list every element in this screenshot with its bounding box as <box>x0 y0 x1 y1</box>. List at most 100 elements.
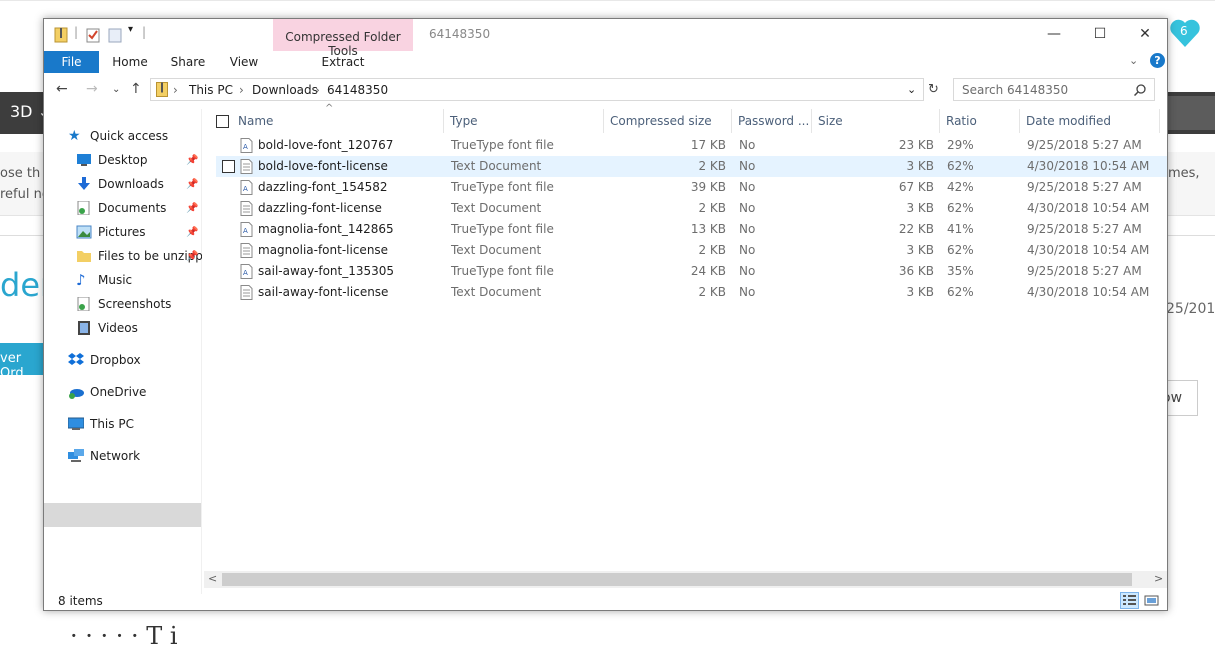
address-bar[interactable]: › This PC › Downloads › 64148350 ⌄ <box>150 78 924 101</box>
column-separator[interactable] <box>603 109 604 133</box>
nav-item-screenshots[interactable]: Screenshots <box>76 293 206 315</box>
table-row[interactable]: magnolia-font-license Text Document 2 KB No… <box>216 240 1167 261</box>
column-header-date-modified[interactable]: Date modified <box>1026 109 1111 133</box>
ribbon-tabs: File Home Share View Extract ⌄ <box>44 51 1167 73</box>
column-header-password[interactable]: Password ... <box>738 109 809 133</box>
column-header-name[interactable]: Name <box>238 109 273 133</box>
dropbox-icon <box>68 353 84 365</box>
address-dropdown-icon[interactable]: ⌄ <box>907 83 916 96</box>
nav-item-videos[interactable]: Videos <box>76 317 206 339</box>
expand-ribbon-icon[interactable]: ⌄ <box>1129 54 1138 67</box>
minimize-button[interactable]: — <box>1031 19 1077 49</box>
nav-item-network[interactable]: Network <box>68 445 198 467</box>
file-password: No <box>739 285 756 299</box>
table-row[interactable]: dazzling-font-license Text Document 2 KB No… <box>216 198 1167 219</box>
file-date-modified: 9/25/2018 5:27 AM <box>1027 138 1142 152</box>
file-name: bold-love-font-license <box>258 159 388 173</box>
customize-toolbar-icon[interactable]: ▾ <box>128 24 133 35</box>
properties-icon[interactable] <box>86 27 100 43</box>
column-separator[interactable] <box>939 109 940 133</box>
font-file-icon: A <box>240 222 253 237</box>
file-size: 22 KB <box>898 222 934 236</box>
separator: | <box>142 25 147 39</box>
font-file-icon: A <box>240 180 253 195</box>
column-separator[interactable] <box>1019 109 1020 133</box>
file-compressed-size: 2 KB <box>698 159 726 173</box>
file-password: No <box>739 159 756 173</box>
file-name: sail-away-font-license <box>258 285 389 299</box>
scroll-left-icon[interactable]: < <box>208 572 217 585</box>
tab-share[interactable]: Share <box>162 51 214 73</box>
up-arrow-icon[interactable]: ↑ <box>130 81 142 97</box>
page-top-border <box>0 0 1215 1</box>
search-box[interactable]: Search 64148350 <box>953 78 1155 101</box>
column-header-ratio[interactable]: Ratio <box>946 109 977 133</box>
file-type: TrueType font file <box>451 138 554 152</box>
breadcrumb-this-pc[interactable]: This PC <box>189 83 233 97</box>
file-compressed-size: 13 KB <box>690 222 726 236</box>
recent-locations-icon[interactable]: ⌄ <box>112 84 120 95</box>
column-separator[interactable] <box>443 109 444 133</box>
details-view-button[interactable] <box>1120 592 1139 609</box>
order-button[interactable]: ver Ord <box>0 343 44 381</box>
column-separator[interactable] <box>811 109 812 133</box>
help-icon[interactable]: ? <box>1150 53 1165 68</box>
scrollbar-thumb[interactable] <box>222 573 1132 586</box>
breadcrumb-downloads[interactable]: Downloads <box>252 83 318 97</box>
file-ratio: 35% <box>947 264 974 278</box>
column-header-compressed-size[interactable]: Compressed size <box>610 109 712 133</box>
nav-item-quick-access[interactable]: ★ Quick access <box>68 125 198 147</box>
file-password: No <box>739 222 756 236</box>
scroll-right-icon[interactable]: > <box>1154 572 1163 585</box>
file-date-modified: 4/30/2018 10:54 AM <box>1027 201 1150 215</box>
pin-icon[interactable]: 📌 <box>186 179 198 190</box>
file-type: Text Document <box>451 243 542 257</box>
nav-item-files-to-be-unzipped[interactable]: Files to be unzipp <box>76 245 202 267</box>
table-row[interactable]: Adazzling-font_154582 TrueType font file 3… <box>216 177 1167 198</box>
column-separator[interactable] <box>731 109 732 133</box>
back-arrow-icon[interactable]: ← <box>56 81 68 97</box>
file-ratio: 62% <box>947 159 974 173</box>
horizontal-scrollbar[interactable]: < > <box>204 571 1167 588</box>
table-row[interactable]: Abold-love-font_120767 TrueType font file… <box>216 135 1167 156</box>
large-icons-view-button[interactable] <box>1142 592 1161 609</box>
file-date-modified: 9/25/2018 5:27 AM <box>1027 222 1142 236</box>
table-row[interactable]: bold-love-font-license Text Document 2 KB N… <box>216 156 1167 177</box>
refresh-icon[interactable]: ↻ <box>928 82 939 97</box>
column-header-type[interactable]: Type <box>450 109 478 133</box>
column-separator[interactable] <box>1159 109 1160 133</box>
tab-view[interactable]: View <box>220 51 268 73</box>
forward-arrow-icon[interactable]: → <box>86 81 98 97</box>
file-size: 3 KB <box>906 159 934 173</box>
breadcrumb-folder[interactable]: 64148350 <box>327 83 388 97</box>
nav-item-onedrive[interactable]: OneDrive <box>68 381 198 403</box>
status-bar: 8 items <box>44 590 1167 611</box>
file-compressed-size: 39 KB <box>690 180 726 194</box>
search-icon[interactable] <box>1134 84 1146 96</box>
new-folder-icon[interactable] <box>108 27 122 43</box>
close-button[interactable]: ✕ <box>1122 19 1168 49</box>
maximize-button[interactable]: ☐ <box>1077 19 1123 49</box>
row-checkbox[interactable] <box>222 160 235 173</box>
file-date-modified: 4/30/2018 10:54 AM <box>1027 159 1150 173</box>
pictures-icon <box>76 225 92 239</box>
table-row[interactable]: sail-away-font-license Text Document 2 KB N… <box>216 282 1167 303</box>
pin-icon[interactable]: 📌 <box>186 155 198 166</box>
select-all-checkbox[interactable] <box>216 115 229 128</box>
table-row[interactable]: Amagnolia-font_142865 TrueType font file 1… <box>216 219 1167 240</box>
tab-file[interactable]: File <box>44 51 99 73</box>
nav-item-this-pc[interactable]: This PC <box>68 413 198 435</box>
table-row[interactable]: Asail-away-font_135305 TrueType font file… <box>216 261 1167 282</box>
nav-item-dropbox[interactable]: Dropbox <box>68 349 198 371</box>
pin-icon[interactable]: 📌 <box>186 203 198 214</box>
file-date-modified: 4/30/2018 10:54 AM <box>1027 243 1150 257</box>
pin-icon[interactable]: 📌 <box>186 251 198 262</box>
file-password: No <box>739 264 756 278</box>
pin-icon[interactable]: 📌 <box>186 227 198 238</box>
nav-item-music[interactable]: ♪ Music <box>76 269 206 291</box>
tab-extract[interactable]: Extract <box>273 51 413 73</box>
tab-home[interactable]: Home <box>104 51 156 73</box>
zip-folder-icon <box>156 82 168 97</box>
search-input[interactable]: Search 64148350 <box>962 83 1068 97</box>
column-header-size[interactable]: Size <box>818 109 843 133</box>
